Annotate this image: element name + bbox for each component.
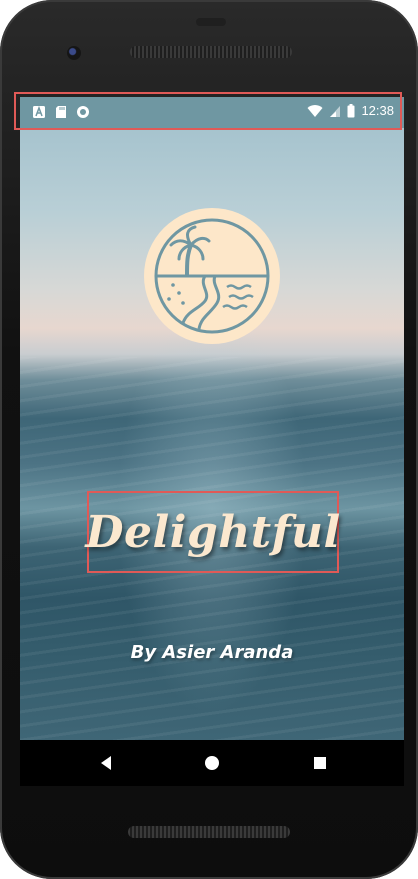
beach-palm-logo <box>144 208 280 344</box>
recents-icon[interactable] <box>310 753 330 773</box>
front-camera <box>67 46 81 60</box>
app-title: Delightful <box>85 506 341 558</box>
app-title-highlight: Delightful <box>85 491 341 573</box>
status-bar-highlight <box>14 92 402 130</box>
navigation-bar <box>20 740 404 786</box>
bottom-speaker <box>128 826 290 838</box>
author-byline: By Asier Aranda <box>130 642 294 663</box>
top-sensor <box>196 18 226 26</box>
top-speaker <box>130 46 292 58</box>
back-icon[interactable] <box>96 753 116 773</box>
home-icon[interactable] <box>202 753 222 773</box>
